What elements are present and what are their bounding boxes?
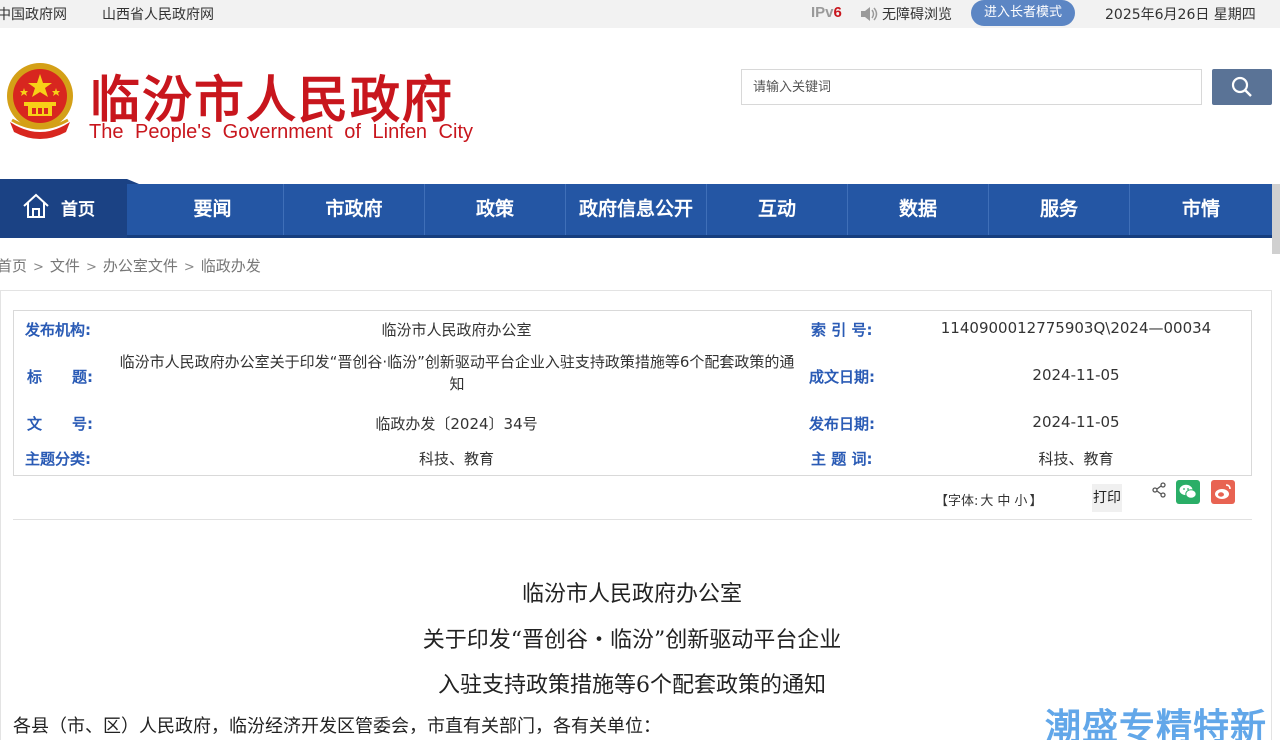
- accessibility-label: 无障碍浏览: [882, 7, 952, 23]
- published-date-label: 发布日期:: [809, 415, 875, 433]
- site-subtitle: The People's Government of Linfen City: [89, 121, 474, 143]
- nav-home-label: 首页: [61, 200, 95, 220]
- nav-services[interactable]: 服务: [988, 184, 1129, 235]
- main-nav: 首页 要闻 市政府 政策 政府信息公开 互动 数据 服务 市情: [0, 179, 1272, 238]
- accessibility-link[interactable]: 无障碍浏览: [860, 4, 952, 24]
- font-size-prefix: 【字体:: [935, 494, 979, 509]
- document-info-table: 发布机构: 临汾市人民政府办公室 索 引 号: 1140900012775903…: [13, 310, 1252, 476]
- category-label: 主题分类:: [25, 450, 91, 468]
- elder-mode-button[interactable]: 进入长者模式: [971, 0, 1075, 26]
- title-value: 临汾市人民政府办公室关于印发“晋创谷·临汾”创新驱动平台企业入驻支持政策措施等6…: [119, 353, 795, 393]
- font-size-suffix: 】: [1029, 494, 1043, 509]
- ipv6-suffix: 6: [833, 4, 842, 21]
- wechat-share-icon[interactable]: [1176, 480, 1200, 504]
- font-small-button[interactable]: 小: [1014, 494, 1027, 509]
- published-date-value: 2024-11-05: [1032, 413, 1120, 431]
- share-icon[interactable]: [1151, 482, 1167, 498]
- article-title-line1: 临汾市人民政府办公室: [521, 582, 742, 607]
- breadcrumb-documents[interactable]: 文件: [50, 257, 80, 275]
- font-size-control: 【字体: 大中小】: [935, 490, 1042, 509]
- created-date-label: 成文日期:: [809, 368, 875, 386]
- wechat-icon: [1179, 484, 1197, 499]
- article-title-line2: 关于印发“晋创谷・临汾”创新驱动平台企业: [422, 628, 842, 653]
- ipv6-badge: IPv6: [811, 4, 842, 21]
- category-value: 科技、教育: [418, 450, 494, 468]
- keywords-value: 科技、教育: [1038, 450, 1114, 468]
- search-button[interactable]: [1212, 69, 1272, 105]
- home-icon: [23, 193, 49, 218]
- national-emblem-icon: [7, 63, 73, 139]
- breadcrumb: 首页 > 文件 > 办公室文件 > 临政办发: [0, 255, 261, 276]
- breadcrumb-separator: >: [85, 260, 97, 275]
- search-input[interactable]: [741, 69, 1202, 105]
- nav-data[interactable]: 数据: [847, 184, 988, 235]
- publisher-label: 发布机构:: [25, 321, 91, 339]
- watermark: 潮盛专精特新: [1045, 707, 1268, 740]
- top-bar: 中国政府网 山西省人民政府网 IPv6 无障碍浏览 进入长者模式 2025年6月…: [0, 0, 1280, 28]
- nav-info-disclosure[interactable]: 政府信息公开: [565, 184, 706, 235]
- ipv6-prefix: IPv: [811, 4, 834, 21]
- search-icon: [1231, 76, 1252, 97]
- nav-city-overview[interactable]: 市情: [1129, 184, 1272, 235]
- print-button[interactable]: 打印: [1092, 484, 1122, 512]
- doc-number-label: 文 号:: [27, 415, 93, 433]
- nav-news[interactable]: 要闻: [142, 184, 283, 235]
- weibo-share-icon[interactable]: [1211, 480, 1235, 504]
- index-label: 索 引 号:: [811, 321, 873, 339]
- nav-policy[interactable]: 政策: [424, 184, 565, 235]
- breadcrumb-home[interactable]: 首页: [0, 257, 27, 275]
- doc-number-value: 临政办发〔2024〕34号: [375, 415, 538, 433]
- publisher-value: 临汾市人民政府办公室: [381, 321, 532, 339]
- font-large-button[interactable]: 大: [980, 494, 993, 509]
- shanxi-gov-link[interactable]: 山西省人民政府网: [102, 4, 214, 24]
- keywords-label: 主 题 词:: [811, 450, 873, 468]
- speaker-icon: [861, 7, 878, 21]
- title-label: 标 题:: [27, 368, 93, 386]
- article-greeting: 各县（市、区）人民政府，临汾经济开发区管委会，市直有关部门，各有关单位：: [13, 716, 661, 737]
- created-date-value: 2024-11-05: [1032, 366, 1120, 384]
- weibo-icon: [1215, 484, 1231, 499]
- gov-cn-link[interactable]: 中国政府网: [0, 4, 67, 24]
- nav-home-corner: [127, 179, 139, 184]
- breadcrumb-linzhengbanfa[interactable]: 临政办发: [201, 257, 261, 275]
- breadcrumb-separator: >: [183, 260, 195, 275]
- nav-home[interactable]: 首页: [0, 179, 139, 238]
- article-title-line3: 入驻支持政策措施等6个配套政策的通知: [438, 673, 826, 698]
- nav-interaction[interactable]: 互动: [706, 184, 847, 235]
- scroll-edge: [1272, 184, 1280, 254]
- divider: [13, 519, 1252, 520]
- current-date: 2025年6月26日 星期四: [1105, 7, 1256, 23]
- nav-city-government[interactable]: 市政府: [283, 184, 424, 235]
- font-medium-button[interactable]: 中: [997, 494, 1010, 509]
- breadcrumb-separator: >: [33, 260, 44, 275]
- breadcrumb-office-documents[interactable]: 办公室文件: [103, 257, 178, 275]
- index-value: 1140900012775903Q\2024—00034: [940, 319, 1212, 337]
